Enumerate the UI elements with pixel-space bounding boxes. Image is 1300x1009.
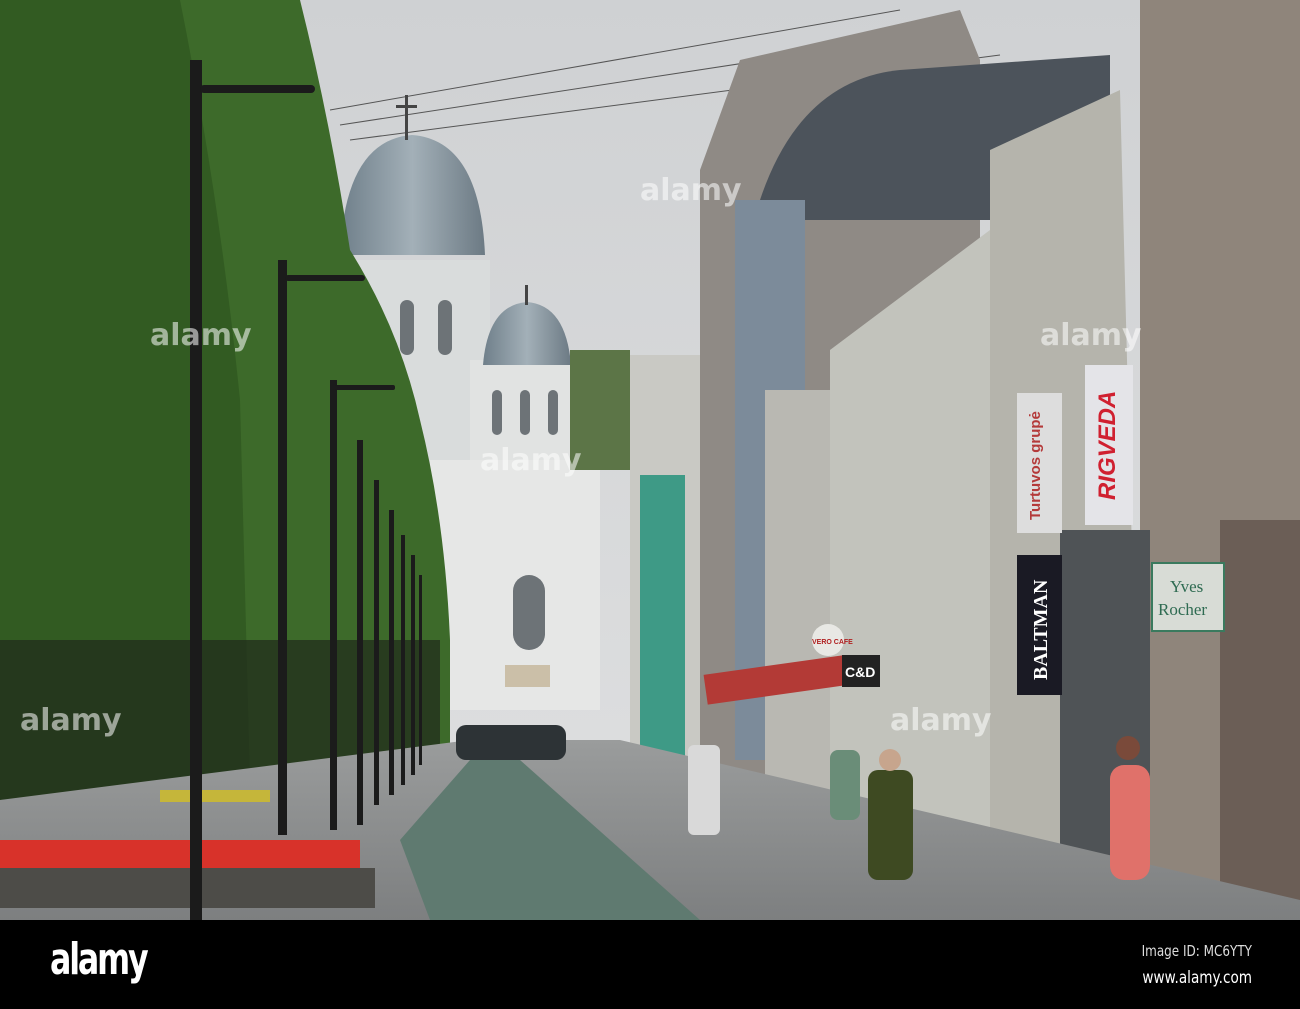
green-scaffold-netting: [640, 475, 685, 765]
buildings-right: [630, 0, 1300, 900]
street-photo: Turtuvos grupė RIGVEDA BALTMAN Yves Roch…: [0, 0, 1300, 920]
sign-rigveda: RIGVEDA: [1085, 365, 1133, 525]
svg-text:alamy: alamy: [480, 443, 582, 478]
footer-bar: alamy Image ID: MC6YTY www.alamy.com: [0, 920, 1300, 1009]
sign-cd: C&D: [842, 655, 880, 687]
image-id: Image ID: MC6YTY: [1141, 942, 1252, 960]
svg-text:alamy: alamy: [150, 318, 252, 353]
sign-baltman-text: BALTMAN: [1030, 579, 1052, 680]
sign-turtuvos-grupe: Turtuvos grupė: [1017, 393, 1062, 533]
sign-turtuvos-text: Turtuvos grupė: [1027, 411, 1044, 520]
svg-text:alamy: alamy: [890, 703, 992, 738]
sign-baltman: BALTMAN: [1017, 555, 1062, 695]
flowerbed: [0, 840, 360, 872]
sign-cd-text: C&D: [845, 664, 875, 680]
sign-yves-rocher: Yves Rocher: [1151, 562, 1225, 632]
sign-rigveda-text: RIGVEDA: [1094, 391, 1121, 500]
website-link[interactable]: www.alamy.com: [1142, 968, 1252, 988]
svg-text:alamy: alamy: [1040, 318, 1142, 353]
alamy-logo[interactable]: alamy: [50, 934, 149, 985]
sign-rocher-text: Rocher: [1158, 600, 1207, 619]
svg-text:alamy: alamy: [20, 703, 122, 738]
svg-text:alamy: alamy: [640, 173, 742, 208]
sign-vero-cafe-text: VERO CAFE: [812, 639, 853, 646]
sign-yves-text: Yves: [1170, 577, 1203, 596]
